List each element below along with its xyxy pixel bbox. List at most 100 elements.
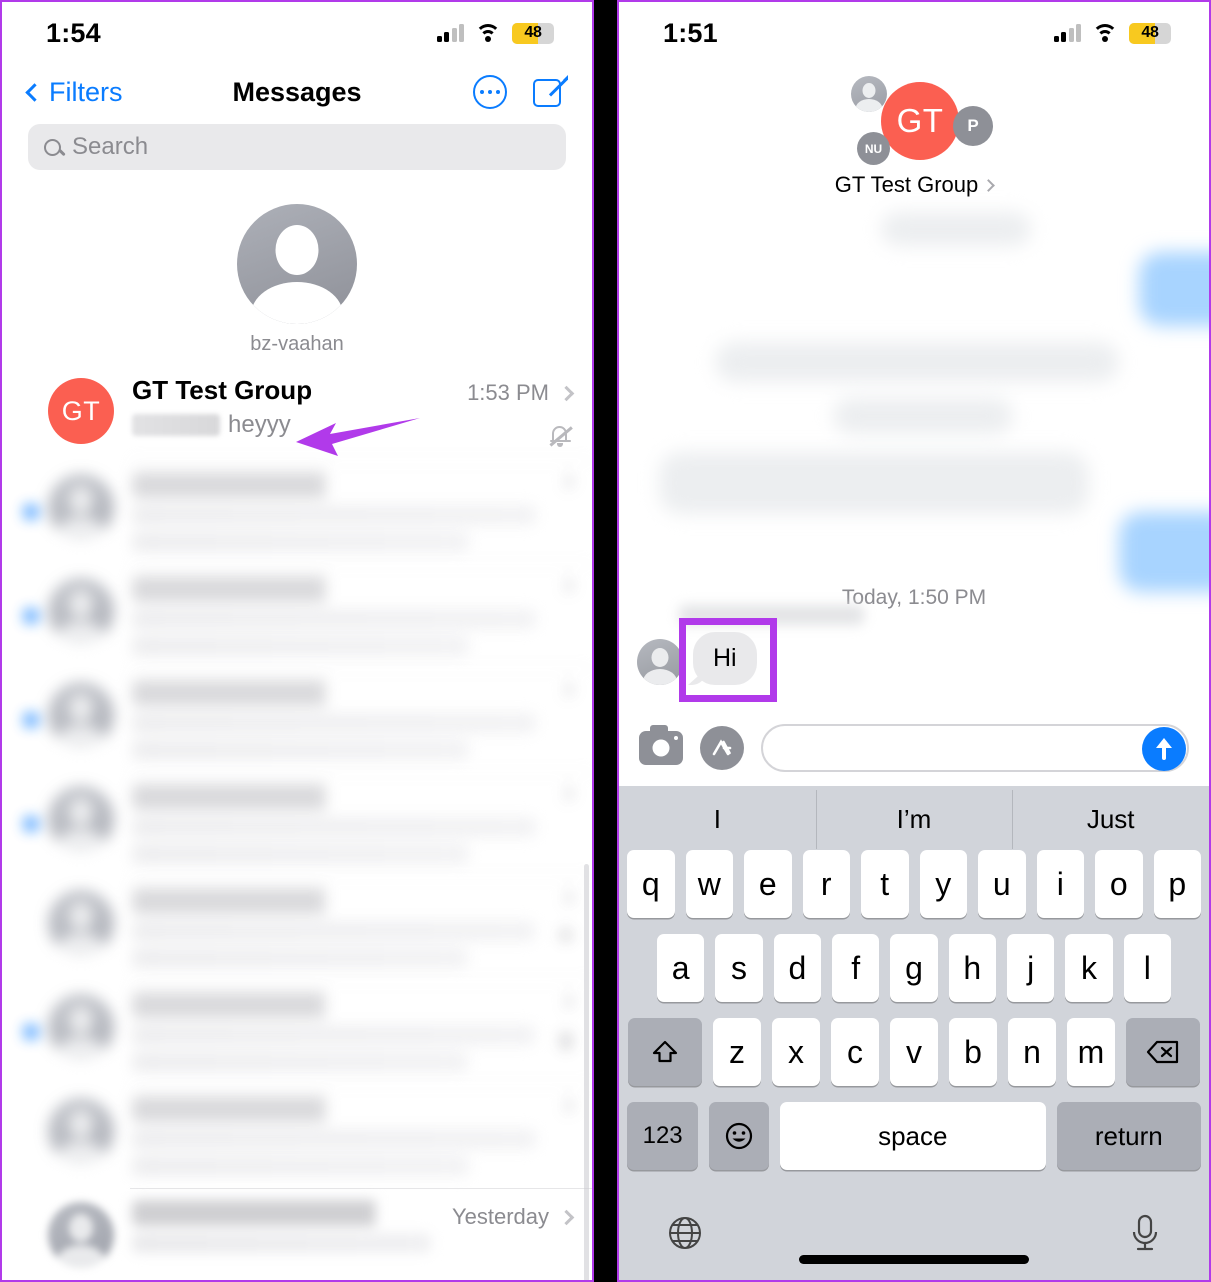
key-r[interactable]: r	[802, 850, 850, 918]
status-indicators: 48	[1053, 22, 1171, 44]
chevron-right-icon	[558, 681, 575, 698]
avatar	[48, 578, 114, 644]
microphone-icon[interactable]	[1127, 1212, 1163, 1259]
member-initials-p: P	[953, 106, 993, 146]
prediction-1[interactable]: I’m	[815, 789, 1013, 849]
list-item[interactable]: g	[2, 980, 592, 1084]
key-i[interactable]: i	[1036, 850, 1084, 918]
compose-icon[interactable]	[533, 74, 569, 109]
key-f[interactable]: f	[832, 934, 880, 1002]
group-avatar-initials: GT	[881, 82, 959, 160]
conversation-header[interactable]: GT P NU GT Test Group	[619, 64, 1209, 202]
key-k[interactable]: k	[1065, 934, 1113, 1002]
list-item[interactable]	[2, 564, 592, 668]
person-avatar-icon	[637, 639, 683, 685]
battery-percent: 48	[524, 24, 542, 41]
key-c[interactable]: c	[831, 1018, 879, 1086]
list-item[interactable]	[2, 668, 592, 772]
prediction-0[interactable]: I	[619, 804, 816, 835]
conversation-preview: heyyy	[132, 411, 459, 439]
emoji-smiley-icon[interactable]	[709, 1102, 769, 1170]
key-h[interactable]: h	[948, 934, 996, 1002]
nav-actions	[473, 74, 569, 109]
key-j[interactable]: j	[1006, 934, 1055, 1002]
list-item[interactable]	[2, 772, 592, 876]
battery-percent: 48	[1141, 24, 1159, 41]
unread-dot	[24, 817, 38, 831]
camera-icon[interactable]	[639, 725, 683, 765]
key-g[interactable]: g	[890, 934, 938, 1002]
prediction-2[interactable]: Just	[1012, 789, 1209, 849]
chevron-right-icon	[558, 785, 575, 802]
backspace-icon[interactable]	[1126, 1018, 1200, 1086]
member-initials-nu: NU	[857, 132, 890, 165]
globe-icon[interactable]	[665, 1213, 705, 1258]
key-t[interactable]: t	[861, 850, 909, 918]
list-item[interactable]: Yesterday	[2, 1188, 592, 1280]
send-arrow-icon[interactable]	[1142, 727, 1186, 771]
key-a[interactable]: a	[657, 934, 705, 1002]
key-x[interactable]: x	[772, 1018, 820, 1086]
key-e[interactable]: e	[744, 850, 792, 918]
message-bubble[interactable]: Hi	[693, 632, 757, 685]
key-d[interactable]: d	[773, 934, 821, 1002]
pinned-contact[interactable]: bz-vaahan	[2, 180, 592, 364]
key-l[interactable]: l	[1123, 934, 1171, 1002]
search-area: Search	[2, 120, 592, 180]
avatar	[48, 474, 114, 540]
search-input[interactable]: Search	[28, 124, 566, 170]
key-m[interactable]: m	[1067, 1018, 1115, 1086]
bell-mute-icon	[548, 424, 573, 448]
blurred-content	[833, 398, 1013, 434]
wifi-icon	[475, 23, 501, 43]
keyboard-row-4: 123 space return	[619, 1102, 1209, 1170]
app-store-icon[interactable]	[700, 726, 744, 770]
key-u[interactable]: u	[978, 850, 1026, 918]
chevron-right-icon	[558, 385, 575, 401]
return-key[interactable]: return	[1056, 1102, 1201, 1170]
blurred-sender-name	[679, 605, 864, 625]
chevron-right-icon	[558, 889, 575, 906]
keyboard-row-2: a s d f g h j k l	[619, 934, 1209, 1002]
ellipsis-circle-icon[interactable]	[473, 75, 507, 109]
unread-dot	[24, 1025, 38, 1039]
list-item[interactable]	[2, 1084, 592, 1188]
space-key[interactable]: space	[779, 1102, 1046, 1170]
panel-divider	[594, 0, 617, 1282]
shift-arrow-icon[interactable]	[628, 1018, 702, 1086]
chevron-right-icon	[558, 577, 575, 594]
keyboard-row-1: q w e r t y u i o p	[619, 850, 1209, 918]
home-indicator	[799, 1255, 1029, 1264]
avatar	[48, 890, 114, 956]
member-person-icon	[851, 76, 887, 112]
redacted-sender	[132, 413, 220, 436]
blurred-content	[1139, 252, 1209, 326]
key-n[interactable]: n	[1008, 1018, 1056, 1086]
key-o[interactable]: o	[1095, 850, 1143, 918]
key-p[interactable]: p	[1153, 850, 1201, 918]
navigation-bar: Filters Messages	[2, 64, 592, 120]
conversation-time: 1:53 PM	[467, 380, 549, 405]
status-indicators: 48	[436, 22, 554, 44]
conversation-list: GT GT Test Group heyyy 1:53 PM o g Yeste…	[2, 364, 592, 1280]
blurred-content	[881, 212, 1031, 246]
numbers-key[interactable]: 123	[627, 1102, 699, 1170]
on-screen-keyboard: I I’m Just q w e r t y u i o p a s d f g…	[619, 786, 1209, 1280]
key-v[interactable]: v	[890, 1018, 938, 1086]
status-time: 1:54	[46, 17, 101, 48]
key-b[interactable]: b	[949, 1018, 997, 1086]
filters-button[interactable]: Filters	[25, 77, 123, 108]
list-item[interactable]: o	[2, 876, 592, 980]
key-w[interactable]: w	[685, 850, 733, 918]
key-y[interactable]: y	[919, 850, 967, 918]
key-q[interactable]: q	[627, 850, 675, 918]
message-text-input[interactable]	[761, 724, 1189, 772]
status-bar-left: 1:54 48	[2, 2, 592, 64]
list-item[interactable]	[2, 460, 592, 564]
key-z[interactable]: z	[713, 1018, 761, 1086]
list-item[interactable]: GT GT Test Group heyyy 1:53 PM	[2, 364, 592, 460]
key-s[interactable]: s	[715, 934, 763, 1002]
scrollbar[interactable]	[584, 864, 589, 1280]
blurred-content	[1119, 512, 1209, 592]
unread-dot	[24, 505, 38, 519]
